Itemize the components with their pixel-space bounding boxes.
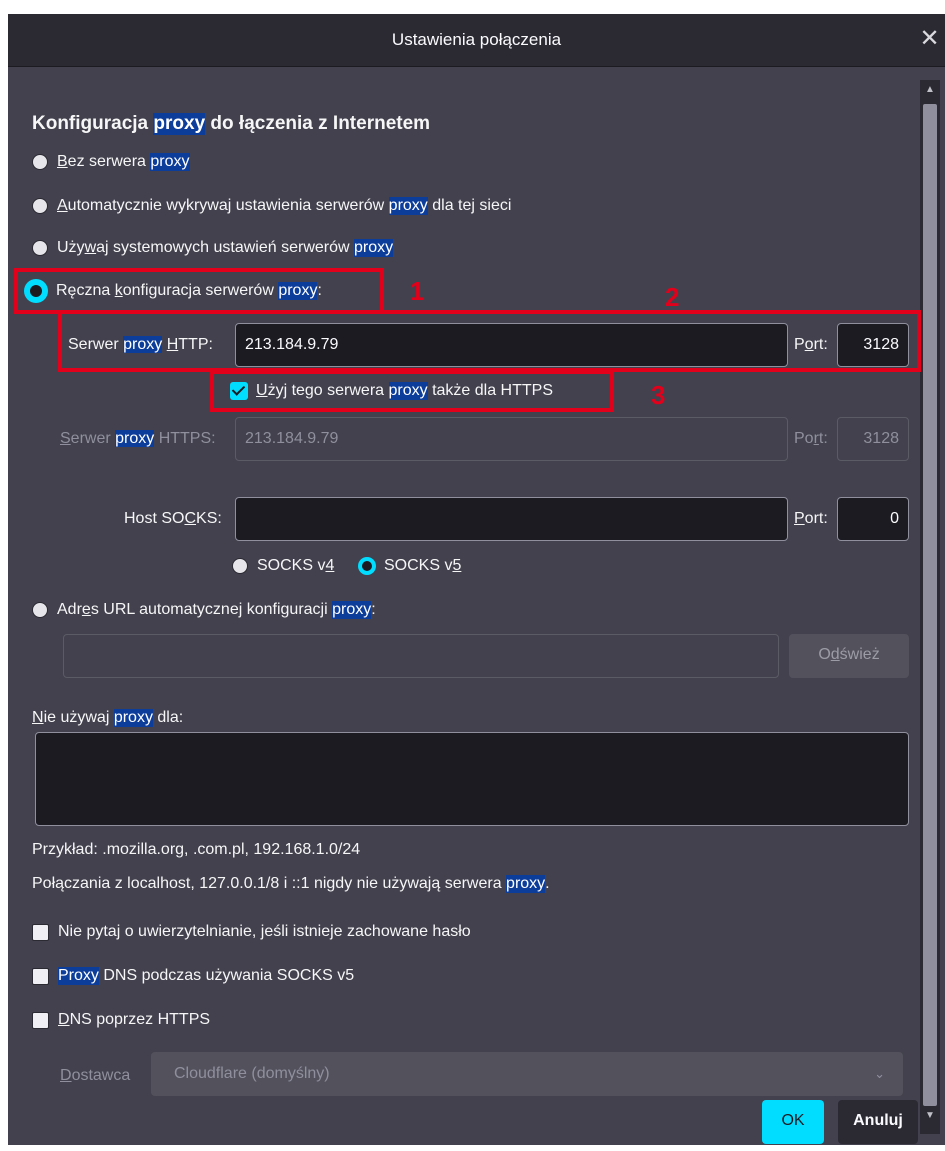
https-proxy-input[interactable]: 213.184.9.79 xyxy=(235,417,788,461)
scroll-up-icon[interactable]: ▲ xyxy=(920,84,940,95)
checkbox-icon xyxy=(32,1011,49,1029)
provider-selected-value: Cloudflare (domyślny) xyxy=(174,1065,330,1082)
radio-no-proxy[interactable]: Bez serwera proxy xyxy=(32,148,190,176)
annotation-number-2: 2 xyxy=(665,282,680,312)
annotation-number-1: 1 xyxy=(410,276,425,306)
https-port-label: Port: xyxy=(794,430,828,447)
checkbox-icon xyxy=(32,923,49,941)
reload-button[interactable]: Odśwież xyxy=(789,634,909,678)
radio-socks-v4[interactable]: SOCKS v4 xyxy=(232,552,334,580)
http-port-label: Port: xyxy=(794,336,828,353)
http-proxy-input[interactable]: 213.184.9.79 xyxy=(235,323,788,367)
provider-label: Dostawca xyxy=(60,1067,131,1084)
radio-auto-config-url[interactable]: Adr e s URL automatycznej konfiguracji pro… xyxy=(32,596,376,624)
checkbox-dns-over-https[interactable]: D NS poprzez HTTPS xyxy=(32,1006,210,1034)
socks-host-input[interactable] xyxy=(235,497,788,541)
localhost-note: Połączania z localhost, 127.0.0.1/8 i ::… xyxy=(32,875,550,893)
radio-selected-icon xyxy=(358,557,376,575)
https-port-input[interactable]: 3128 xyxy=(837,417,909,461)
radio-icon xyxy=(32,240,48,256)
checkbox-use-for-https[interactable]: Użyj tego serwera proxy także dla HTTPS xyxy=(230,377,553,405)
radio-selected-icon xyxy=(24,279,48,303)
radio-auto-detect[interactable]: Automatycznie wykrywaj ustawienia serwer… xyxy=(32,192,511,220)
checkbox-no-auth-prompt[interactable]: Nie pytaj o uwierzytelnianie, jeśli istn… xyxy=(32,918,471,946)
socks-port-input[interactable]: 0 xyxy=(837,497,909,541)
connection-settings-dialog: Ustawienia połączenia ✕ ▲ ▼ Konfiguracja… xyxy=(8,14,945,1145)
radio-icon xyxy=(32,198,48,214)
no-proxy-label: Nie używaj proxy dla: xyxy=(32,709,184,727)
dialog-title: Ustawienia połączenia xyxy=(391,30,562,49)
checkbox-checked-icon xyxy=(230,382,248,400)
provider-select[interactable]: Cloudflare (domyślny) ⌄ xyxy=(151,1052,903,1096)
no-proxy-textarea[interactable] xyxy=(35,732,909,826)
section-heading: Konfiguracja proxy do łączenia z Interne… xyxy=(32,113,431,135)
close-icon[interactable]: ✕ xyxy=(914,14,945,66)
https-proxy-label: Serwer proxy HTTPS: xyxy=(60,430,216,447)
radio-system-proxy[interactable]: Uży w aj systemowych ustawień serwerów pro… xyxy=(32,234,394,262)
scrollbar-thumb[interactable] xyxy=(923,104,937,1106)
ok-button[interactable]: OK xyxy=(762,1100,824,1144)
auto-config-url-input[interactable] xyxy=(63,634,779,678)
http-proxy-label: Serwer proxy HTTP: xyxy=(68,336,213,353)
socks-port-label: Port: xyxy=(794,510,828,527)
socks-host-label: Host SOCKS: xyxy=(124,510,222,527)
cancel-button[interactable]: Anuluj xyxy=(838,1100,918,1144)
radio-icon xyxy=(232,558,248,574)
radio-icon xyxy=(32,154,48,170)
checkbox-icon xyxy=(32,967,49,985)
annotation-number-3: 3 xyxy=(651,380,666,410)
radio-socks-v5[interactable]: SOCKS v5 xyxy=(358,552,461,580)
radio-icon xyxy=(32,602,48,618)
radio-manual-proxy[interactable]: Ręczna k onfiguracja serwerów proxy: xyxy=(24,277,322,305)
checkbox-proxy-dns[interactable]: Proxy DNS podczas używania SOCKS v5 xyxy=(32,962,354,990)
scroll-down-icon[interactable]: ▼ xyxy=(920,1110,940,1121)
http-port-input[interactable]: 3128 xyxy=(837,323,909,367)
chevron-down-icon: ⌄ xyxy=(874,1066,885,1081)
example-text: Przykład: .mozilla.org, .com.pl, 192.168… xyxy=(32,841,361,858)
